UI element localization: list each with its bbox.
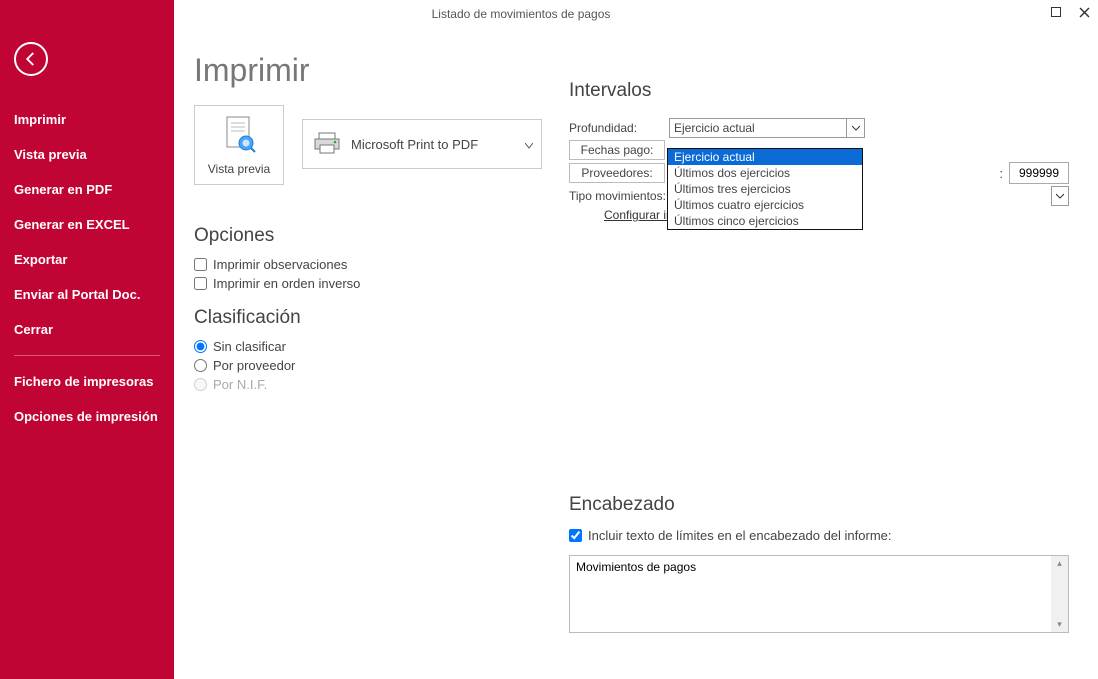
printer-icon [313, 131, 341, 158]
sidebar-item-enviar-portal[interactable]: Enviar al Portal Doc. [0, 277, 174, 312]
encabezado-section: Encabezado Incluir texto de límites en e… [569, 480, 1069, 633]
profundidad-dropdown[interactable]: Ejercicio actual Últimos dos ejercicios … [667, 148, 863, 230]
sidebar-item-cerrar[interactable]: Cerrar [0, 312, 174, 347]
chevron-down-icon [846, 119, 864, 137]
radio-por-proveedor-input[interactable] [194, 359, 207, 372]
check-orden-inverso-label: Imprimir en orden inverso [213, 276, 360, 291]
sidebar-item-generar-pdf[interactable]: Generar en PDF [0, 172, 174, 207]
dropdown-option[interactable]: Últimos cuatro ejercicios [668, 197, 862, 213]
check-imprimir-observaciones-input[interactable] [194, 258, 207, 271]
profundidad-label: Profundidad: [569, 121, 669, 135]
vista-previa-label: Vista previa [208, 162, 270, 176]
intervalos-heading: Intervalos [569, 80, 1069, 102]
dropdown-option[interactable]: Últimos cinco ejercicios [668, 213, 862, 229]
radio-sin-clasificar-label: Sin clasificar [213, 339, 286, 354]
scroll-down-icon[interactable]: ▾ [1057, 617, 1062, 632]
radio-por-nif-label: Por N.I.F. [213, 377, 267, 392]
proveedores-to-input[interactable] [1009, 162, 1069, 184]
check-imprimir-observaciones-label: Imprimir observaciones [213, 257, 347, 272]
sidebar-item-imprimir[interactable]: Imprimir [0, 102, 174, 137]
sidebar-item-opciones-impresion[interactable]: Opciones de impresión [0, 399, 174, 434]
clasificacion-heading: Clasificación [194, 307, 1068, 329]
sidebar-item-fichero-impresoras[interactable]: Fichero de impresoras [0, 364, 174, 399]
vista-previa-button[interactable]: Vista previa [194, 105, 284, 185]
check-orden-inverso[interactable]: Imprimir en orden inverso [194, 274, 1068, 293]
opciones-heading: Opciones [194, 225, 1068, 247]
check-incluir-texto-limites-label: Incluir texto de límites en el encabezad… [588, 528, 892, 543]
scrollbar[interactable]: ▴ ▾ [1051, 556, 1068, 632]
chevron-down-icon[interactable] [1051, 186, 1069, 206]
radio-por-nif: Por N.I.F. [194, 375, 1068, 394]
document-preview-icon [222, 115, 256, 158]
back-button[interactable] [14, 42, 48, 76]
radio-por-proveedor[interactable]: Por proveedor [194, 356, 1068, 375]
encabezado-textarea-wrap: ▴ ▾ [569, 555, 1069, 633]
sidebar-item-generar-excel[interactable]: Generar en EXCEL [0, 207, 174, 242]
dropdown-option[interactable]: Últimos dos ejercicios [668, 165, 862, 181]
radio-por-nif-input [194, 378, 207, 391]
printer-name: Microsoft Print to PDF [351, 137, 478, 152]
encabezado-heading: Encabezado [569, 494, 1069, 516]
check-imprimir-observaciones[interactable]: Imprimir observaciones [194, 255, 1068, 274]
sidebar-separator [14, 355, 160, 356]
dropdown-option[interactable]: Ejercicio actual [668, 149, 862, 165]
encabezado-textarea[interactable] [570, 556, 1051, 632]
fechas-pago-button[interactable]: Fechas pago: [569, 140, 665, 160]
sidebar-item-vista-previa[interactable]: Vista previa [0, 137, 174, 172]
check-incluir-texto-limites-input[interactable] [569, 529, 582, 542]
proveedores-button[interactable]: Proveedores: [569, 163, 665, 183]
chevron-down-icon [525, 137, 533, 152]
printer-select[interactable]: Microsoft Print to PDF [302, 119, 542, 169]
profundidad-combo[interactable]: Ejercicio actual [669, 118, 865, 138]
radio-sin-clasificar-input[interactable] [194, 340, 207, 353]
radio-sin-clasificar[interactable]: Sin clasificar [194, 337, 1068, 356]
check-incluir-texto-limites[interactable]: Incluir texto de límites en el encabezad… [569, 526, 1069, 545]
dropdown-option[interactable]: Últimos tres ejercicios [668, 181, 862, 197]
check-orden-inverso-input[interactable] [194, 277, 207, 290]
maximize-button[interactable] [1042, 0, 1070, 24]
radio-por-proveedor-label: Por proveedor [213, 358, 295, 373]
range-separator: : [999, 166, 1003, 181]
sidebar-item-exportar[interactable]: Exportar [0, 242, 174, 277]
sidebar: Imprimir Vista previa Generar en PDF Gen… [0, 0, 174, 679]
profundidad-value: Ejercicio actual [674, 121, 755, 135]
close-button[interactable] [1070, 0, 1098, 24]
scroll-up-icon[interactable]: ▴ [1057, 556, 1062, 571]
